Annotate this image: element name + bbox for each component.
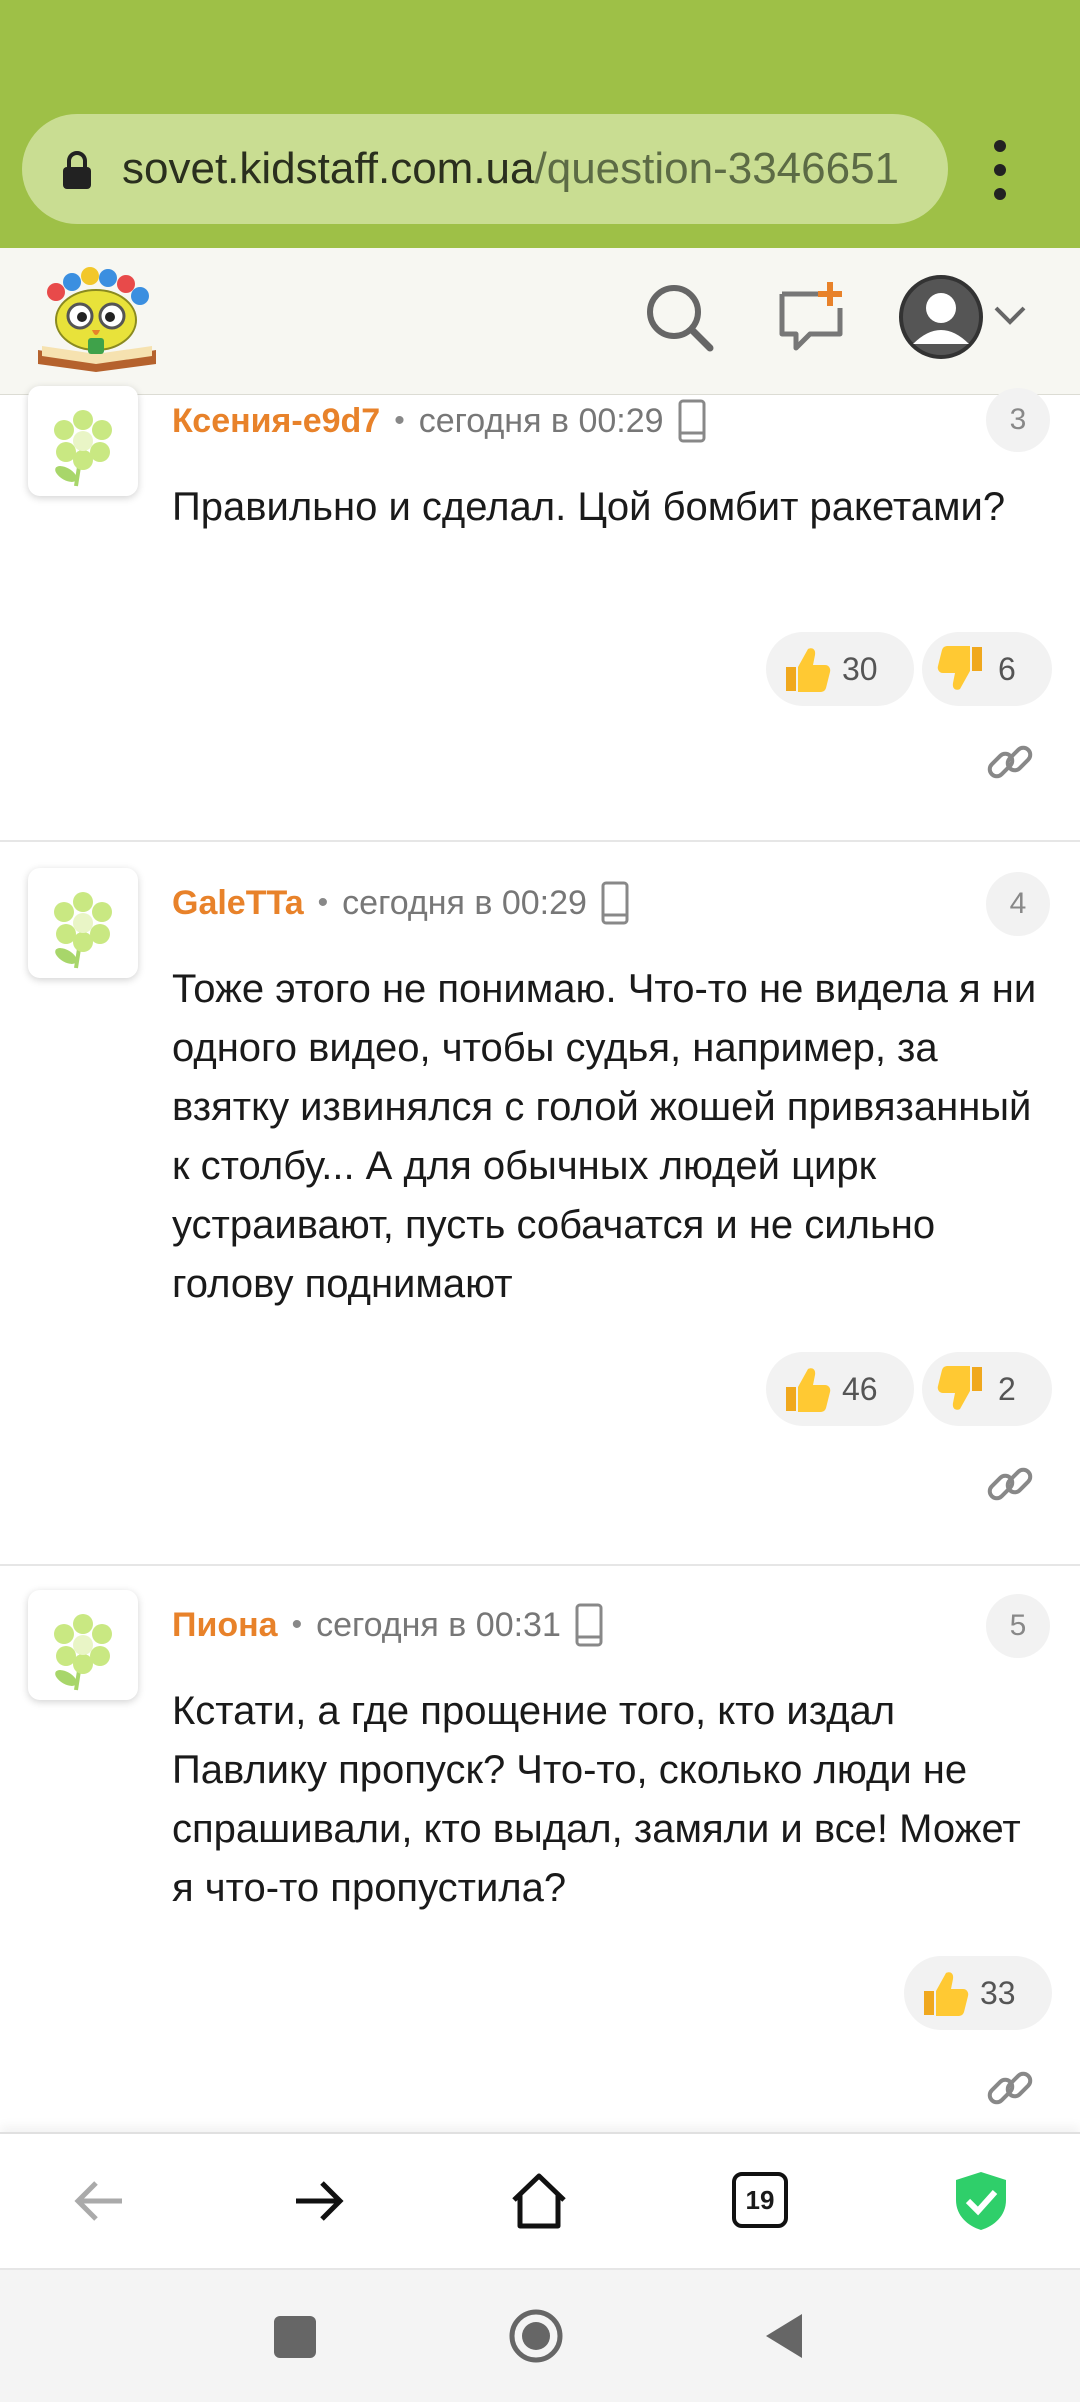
comment-time: сегодня в 00:31	[316, 1605, 561, 1644]
url-host: sovet.kidstaff.com.ua	[122, 144, 535, 193]
tabs-count-button[interactable]: 19	[732, 2172, 788, 2228]
recents-square-icon[interactable]	[274, 2316, 316, 2358]
comment: Пиона • сегодня в 00:31 5 Кстати, а где …	[0, 1590, 1080, 2130]
link-icon[interactable]	[984, 2062, 1036, 2114]
browser-bottom-nav: 19	[0, 2132, 1080, 2268]
back-arrow-icon[interactable]	[66, 2168, 132, 2234]
dislike-button[interactable]: 2	[922, 1352, 1052, 1426]
comment: GaleTTa • сегодня в 00:29 4 Тоже этого н…	[0, 868, 1080, 1568]
forward-arrow-icon[interactable]	[286, 2168, 352, 2234]
like-button[interactable]: 33	[904, 1956, 1052, 2030]
comment-author[interactable]: GaleTTa	[172, 884, 304, 923]
comment-number: 5	[986, 1594, 1050, 1658]
comment-time: сегодня в 00:29	[342, 883, 587, 922]
comment-author[interactable]: Пиона	[172, 1606, 278, 1645]
site-logo[interactable]	[34, 264, 160, 374]
back-triangle-icon[interactable]	[758, 2308, 814, 2364]
phone-icon	[678, 399, 706, 443]
comment-time: сегодня в 00:29	[418, 401, 664, 440]
url-path: /question-3346651	[534, 144, 900, 193]
shield-check-icon[interactable]	[948, 2168, 1014, 2234]
browser-toolbar: sovet.kidstaff.com.ua/question-3346651	[0, 0, 1080, 248]
comment-text: Правильно и сделал. Цой бомбит ракетами?	[172, 485, 1006, 529]
comment: Ксения-e9d7 • сегодня в 00:29 3 Правильн…	[0, 386, 1080, 840]
phone-icon	[601, 881, 629, 925]
comment-number: 3	[986, 388, 1050, 452]
lock-icon	[63, 151, 91, 189]
flower-avatar-icon	[54, 892, 112, 969]
like-count: 30	[842, 650, 878, 687]
separator-dot: •	[394, 404, 405, 437]
new-question-icon[interactable]	[774, 278, 854, 358]
thumbs-up-icon	[924, 1972, 969, 2016]
comment-text: Тоже этого не понимаю. Что-то не видела …	[172, 967, 1037, 1306]
address-bar[interactable]: sovet.kidstaff.com.ua/question-3346651	[22, 114, 948, 224]
thumbs-up-icon	[786, 648, 831, 692]
search-icon[interactable]	[640, 278, 720, 358]
comment-number: 4	[986, 872, 1050, 936]
more-menu-icon[interactable]	[990, 140, 1010, 200]
like-button[interactable]: 46	[766, 1352, 914, 1426]
dislike-count: 2	[998, 1370, 1016, 1407]
comment-text: Кстати, а где прощение того, кто издал П…	[172, 1689, 1021, 1910]
avatar[interactable]	[28, 1590, 138, 1700]
site-header	[0, 248, 1080, 395]
separator-dot: •	[317, 886, 329, 919]
comment-meta: Пиона • сегодня в 00:31	[172, 1600, 603, 1650]
dislike-button[interactable]: 6	[922, 632, 1052, 706]
divider	[0, 1564, 1080, 1566]
like-count: 33	[980, 1974, 1016, 2011]
chevron-down-icon[interactable]	[990, 296, 1030, 336]
divider	[0, 840, 1080, 842]
flower-avatar-icon	[54, 410, 112, 487]
like-count: 46	[842, 1370, 878, 1407]
avatar[interactable]	[28, 386, 138, 496]
url-text: sovet.kidstaff.com.ua/question-3346651	[122, 140, 899, 198]
system-navigation-bar	[0, 2268, 1080, 2402]
thumbs-down-icon	[937, 1366, 982, 1410]
comment-author[interactable]: Ксения-e9d7	[172, 402, 380, 441]
user-avatar-icon[interactable]	[896, 272, 986, 362]
link-icon[interactable]	[984, 1458, 1036, 1510]
phone-icon	[575, 1603, 603, 1647]
thumbs-up-icon	[786, 1368, 831, 1412]
dislike-count: 6	[998, 650, 1016, 687]
separator-dot: •	[291, 1608, 303, 1641]
like-button[interactable]: 30	[766, 632, 914, 706]
flower-avatar-icon	[54, 1614, 112, 1691]
home-circle-icon[interactable]	[508, 2308, 564, 2364]
thumbs-down-icon	[937, 646, 982, 690]
avatar[interactable]	[28, 868, 138, 978]
home-icon[interactable]	[506, 2168, 572, 2234]
link-icon[interactable]	[984, 736, 1036, 788]
comment-meta: GaleTTa • сегодня в 00:29	[172, 878, 629, 928]
comment-meta: Ксения-e9d7 • сегодня в 00:29	[172, 396, 706, 446]
